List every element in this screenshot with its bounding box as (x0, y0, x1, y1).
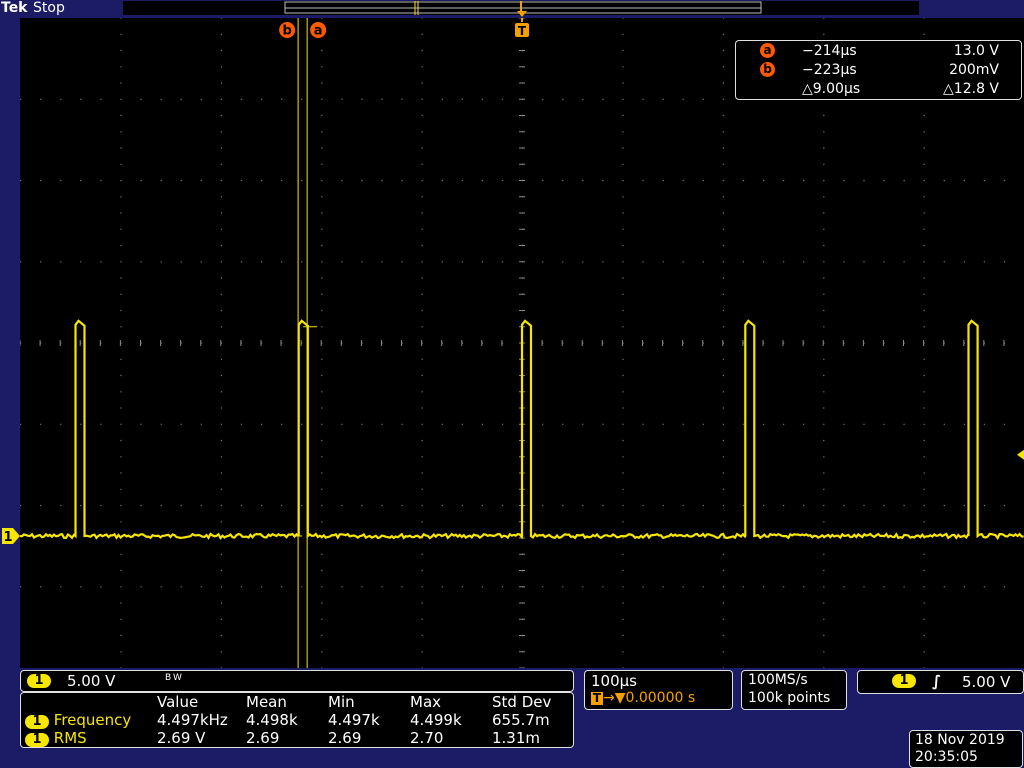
cursor-a-value: 13.0 V (953, 43, 999, 59)
trigger-delay-value: →▼0.00000 s (603, 690, 696, 706)
measurement-value: 4.497kHz (157, 711, 228, 729)
cursor-lines: baT (279, 18, 1024, 668)
measurement-mean: 2.69 (246, 729, 280, 747)
channel-1-badge: 1 (25, 715, 49, 729)
cursor-b-time: −223µs (802, 62, 857, 78)
measurement-row-rms[interactable]: 1 RMS 2.69 V 2.69 2.69 2.70 1.31m (25, 729, 562, 747)
measurement-min: 4.497k (328, 711, 380, 729)
channel-1-badge: 1 (25, 733, 49, 747)
measurement-std-dev: 655.7m (492, 711, 550, 729)
trigger-level: 5.00 V (962, 673, 1011, 691)
trigger-arrow-icon (517, 11, 527, 17)
cursor-b-badge: b (760, 62, 775, 77)
cursor-b-marker: b (279, 22, 296, 39)
graticule-dots (19, 17, 1006, 669)
cursor-delta-value: △12.8 V (943, 81, 999, 97)
acquisition-panel[interactable]: 100MS/s 100k points (741, 670, 847, 710)
record-length: 100k points (748, 690, 831, 706)
header-std-dev: Std Dev (492, 693, 552, 711)
waveform-display[interactable]: baT (19, 17, 1024, 669)
measurements-table: Value Mean Min Max Std Dev 1 Frequency 4… (25, 693, 562, 747)
cursor-a-badge: a (760, 43, 775, 58)
trigger-level-arrow (1017, 449, 1024, 460)
measurements-header-row: Value Mean Min Max Std Dev (25, 693, 562, 711)
header-min: Min (328, 693, 355, 711)
cursor-readout-panel: a −214µs 13.0 V b −223µs 200mV △9.00µs △… (735, 40, 1022, 100)
measurement-value: 2.69 V (157, 729, 206, 747)
grid-dots (20, 17, 1006, 669)
header-value: Value (157, 693, 199, 711)
acquisition-status[interactable]: Stop (33, 0, 65, 16)
cursor-a-marker: a (310, 22, 327, 39)
measurement-max: 4.499k (410, 711, 462, 729)
header-mean: Mean (246, 693, 287, 711)
cursor-delta-time: △9.00µs (802, 81, 861, 97)
rising-edge-icon: ∫ (932, 672, 942, 690)
trigger-position-marker: T (515, 23, 529, 38)
brand-label: Tek (0, 0, 29, 16)
sample-rate: 100MS/s (748, 672, 808, 688)
measurement-mean: 4.498k (246, 711, 298, 729)
measurement-min: 2.69 (328, 729, 362, 747)
measurement-name: 1 RMS (25, 729, 157, 747)
svg-text:b: b (282, 24, 291, 39)
measurement-std-dev: 1.31m (492, 729, 541, 747)
cursor-b-row: b −223µs 200mV (736, 61, 1021, 79)
bandwidth-limit-icon: B W (165, 673, 182, 683)
measurement-row-frequency[interactable]: 1 Frequency 4.497kHz 4.498k 4.497k 4.499… (25, 711, 562, 729)
measurement-max: 2.70 (410, 729, 444, 747)
center-axis-ticks (19, 17, 1005, 669)
header-max: Max (410, 693, 442, 711)
cursor-a-row: a −214µs 13.0 V (736, 42, 1021, 60)
trigger-delay: T →▼0.00000 s (591, 690, 695, 706)
trigger-panel[interactable]: 1 ∫ 5.00 V (857, 670, 1024, 694)
measurement-name: 1 Frequency (25, 711, 157, 729)
measurements-panel[interactable]: Value Mean Min Max Std Dev 1 Frequency 4… (20, 692, 574, 748)
svg-text:a: a (314, 24, 323, 39)
top-status-bar: Tek Stop (0, 0, 1024, 17)
date: 18 Nov 2019 (915, 732, 1005, 748)
svg-text:T: T (518, 24, 527, 38)
cursor-delta-row: △9.00µs △12.8 V (736, 80, 1021, 98)
channel-1-trace (19, 319, 1024, 541)
header-blank (25, 693, 157, 711)
measurement-label: RMS (53, 729, 87, 747)
graticule: baT (19, 17, 1024, 669)
trigger-source-badge: 1 (892, 674, 916, 688)
channel-1-scale-panel[interactable]: 1 5.00 V B W (20, 670, 574, 692)
measurement-label: Frequency (53, 711, 132, 729)
channel-1-volts-per-div: 5.00 V (67, 672, 116, 690)
channel-1-ground-marker[interactable]: 1 (0, 527, 22, 545)
time-per-div: 100µs (591, 672, 637, 690)
trigger-position-icon: T (591, 691, 603, 705)
cursor-b-value: 200mV (949, 62, 999, 78)
timebase-panel[interactable]: 100µs T →▼0.00000 s (584, 670, 733, 710)
date-time-panel: 18 Nov 2019 20:35:05 (909, 730, 1023, 768)
time: 20:35:05 (915, 749, 978, 765)
waveform-line (19, 319, 1024, 541)
svg-text:1: 1 (3, 530, 12, 545)
cursor-a-time: −214µs (802, 43, 857, 59)
channel-1-badge: 1 (27, 674, 51, 688)
